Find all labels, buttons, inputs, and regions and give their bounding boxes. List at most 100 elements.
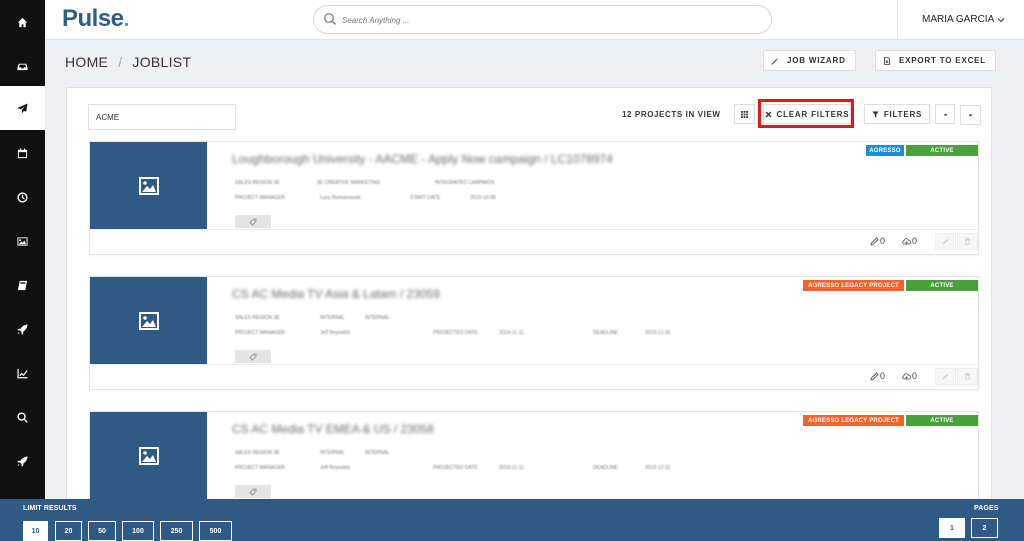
global-search: [313, 5, 772, 34]
agresso-legacy-badge: AGRESSO LEGACY PROJECT: [803, 280, 904, 291]
meta-value: INTERNAL: [365, 315, 390, 321]
top-bar: Pulse MARIA GARCIA: [45, 0, 1024, 40]
image-icon: [138, 176, 159, 195]
meta-value: 2019-11-11: [499, 465, 524, 471]
project-title[interactable]: CS AC Media TV Asia & Latam / 23059: [232, 287, 440, 301]
cloud-upload-icon: [902, 237, 911, 245]
edit-button[interactable]: [935, 233, 956, 250]
search-input[interactable]: [342, 11, 742, 29]
grid-view-button[interactable]: [734, 104, 755, 124]
sidebar-item-media[interactable]: [0, 219, 45, 263]
grid-icon: [741, 110, 748, 118]
meta-value: INTERNAL: [320, 450, 345, 456]
edit-count: 0: [870, 236, 885, 246]
meta-value: Jeff Reynolds: [320, 465, 351, 471]
sidebar-item-send[interactable]: [0, 86, 45, 130]
meta-value: DEADLINE: [593, 465, 619, 471]
tag-chip[interactable]: [235, 485, 271, 498]
edit-count-value: 0: [880, 236, 886, 246]
sidebar-item-reports[interactable]: [0, 351, 45, 395]
status-badge: ACTIVE: [906, 280, 978, 291]
limit-option-10[interactable]: 10: [23, 521, 48, 541]
rocket-icon: [17, 323, 28, 335]
joblist-panel: 12 PROJECTS IN VIEW CLEAR FILTERS FILTER…: [66, 87, 992, 525]
calendar-icon: [17, 147, 28, 158]
upload-count-value: 0: [912, 371, 918, 381]
limit-results-label: LIMIT RESULTS: [23, 505, 77, 512]
edit-count: 0: [870, 371, 885, 381]
meta-value: 2019-12-31: [645, 330, 671, 336]
meta-value: PROJECT MANAGER: [235, 465, 285, 471]
meta-value: SALES REGION 3E: [235, 180, 280, 186]
limit-option-20[interactable]: 20: [55, 521, 82, 541]
meta-value: PROJECT MANAGER: [235, 330, 285, 336]
pencil-icon: [942, 374, 948, 380]
image-icon: [138, 446, 159, 465]
pencil-icon: [870, 371, 879, 381]
limit-option-250[interactable]: 250: [160, 521, 193, 541]
delete-button[interactable]: [957, 233, 978, 250]
breadcrumb-home[interactable]: HOME: [65, 54, 108, 70]
search-icon: [17, 411, 28, 423]
delete-button[interactable]: [957, 368, 978, 385]
tag-icon: [249, 218, 257, 226]
sidebar-item-launch-2[interactable]: [0, 439, 45, 483]
status-badge: ACTIVE: [906, 415, 978, 426]
export-excel-button[interactable]: EXPORT TO EXCEL: [875, 50, 996, 71]
divider: [90, 229, 978, 230]
file-excel-icon: [884, 56, 890, 65]
page-1-button[interactable]: 1: [939, 518, 965, 538]
sort-desc-button[interactable]: [960, 105, 981, 125]
caret-up-icon: [943, 113, 947, 115]
pagination-footer: LIMIT RESULTS 10 20 50 100 250 500 PAGES…: [0, 499, 1024, 541]
meta-value: PROJECTED DATE: [433, 465, 478, 471]
project-title[interactable]: Loughborough University - AACME - Apply …: [232, 152, 613, 166]
edit-count-value: 0: [880, 371, 886, 381]
limit-option-50[interactable]: 50: [88, 521, 116, 541]
sidebar-item-inbox[interactable]: [0, 44, 45, 88]
upload-count: 0: [902, 236, 917, 246]
sidebar-item-calendar[interactable]: [0, 131, 45, 175]
project-card[interactable]: CS AC Media TV Asia & Latam / 23059 SALE…: [89, 276, 979, 390]
project-thumbnail: [90, 412, 207, 499]
divider: [897, 0, 898, 40]
export-excel-label: EXPORT TO EXCEL: [899, 56, 986, 65]
chevron-down-icon: [997, 17, 1005, 22]
sidebar-item-launch[interactable]: [0, 307, 45, 351]
highlight-box: [758, 99, 854, 128]
limit-option-100[interactable]: 100: [122, 521, 154, 541]
meta-value: INTERNAL: [320, 315, 345, 321]
project-card[interactable]: Loughborough University - AACME - Apply …: [89, 141, 979, 255]
tag-chip[interactable]: [235, 215, 271, 228]
image-icon: [17, 236, 28, 246]
page-2-button[interactable]: 2: [971, 518, 998, 538]
meta-value: Lucy Romanowski: [320, 195, 361, 201]
caret-down-icon: [968, 114, 973, 116]
meta-value: PROJECTED DATE: [433, 330, 478, 336]
limit-option-500[interactable]: 500: [199, 521, 232, 541]
sidebar: [0, 0, 45, 541]
filter-input[interactable]: [88, 104, 236, 130]
meta-value: 3E CREATIVE MARKETING: [317, 180, 381, 186]
user-menu[interactable]: MARIA GARCIA: [922, 14, 1005, 25]
edit-button[interactable]: [935, 368, 956, 385]
trash-icon: [965, 238, 970, 245]
project-title[interactable]: CS AC Media TV EMEA & US / 23058: [232, 422, 434, 436]
sidebar-item-library[interactable]: [0, 263, 45, 307]
trash-icon: [965, 373, 970, 380]
divider: [90, 364, 978, 365]
sort-asc-button[interactable]: [935, 104, 955, 124]
pages-label: PAGES: [974, 505, 999, 512]
filters-button[interactable]: FILTERS: [864, 104, 930, 124]
meta-value: 2019-12-31: [645, 465, 671, 471]
pencil-icon: [942, 239, 948, 245]
job-wizard-button[interactable]: JOB WIZARD: [763, 50, 856, 71]
tag-chip[interactable]: [235, 350, 271, 363]
projects-count: 12 PROJECTS IN VIEW: [622, 110, 721, 119]
sidebar-item-home[interactable]: [0, 0, 45, 44]
search-icon: [324, 13, 336, 25]
sidebar-item-search[interactable]: [0, 395, 45, 439]
app-logo[interactable]: Pulse: [62, 5, 128, 33]
upload-count: 0: [902, 371, 917, 381]
sidebar-item-history[interactable]: [0, 175, 45, 219]
